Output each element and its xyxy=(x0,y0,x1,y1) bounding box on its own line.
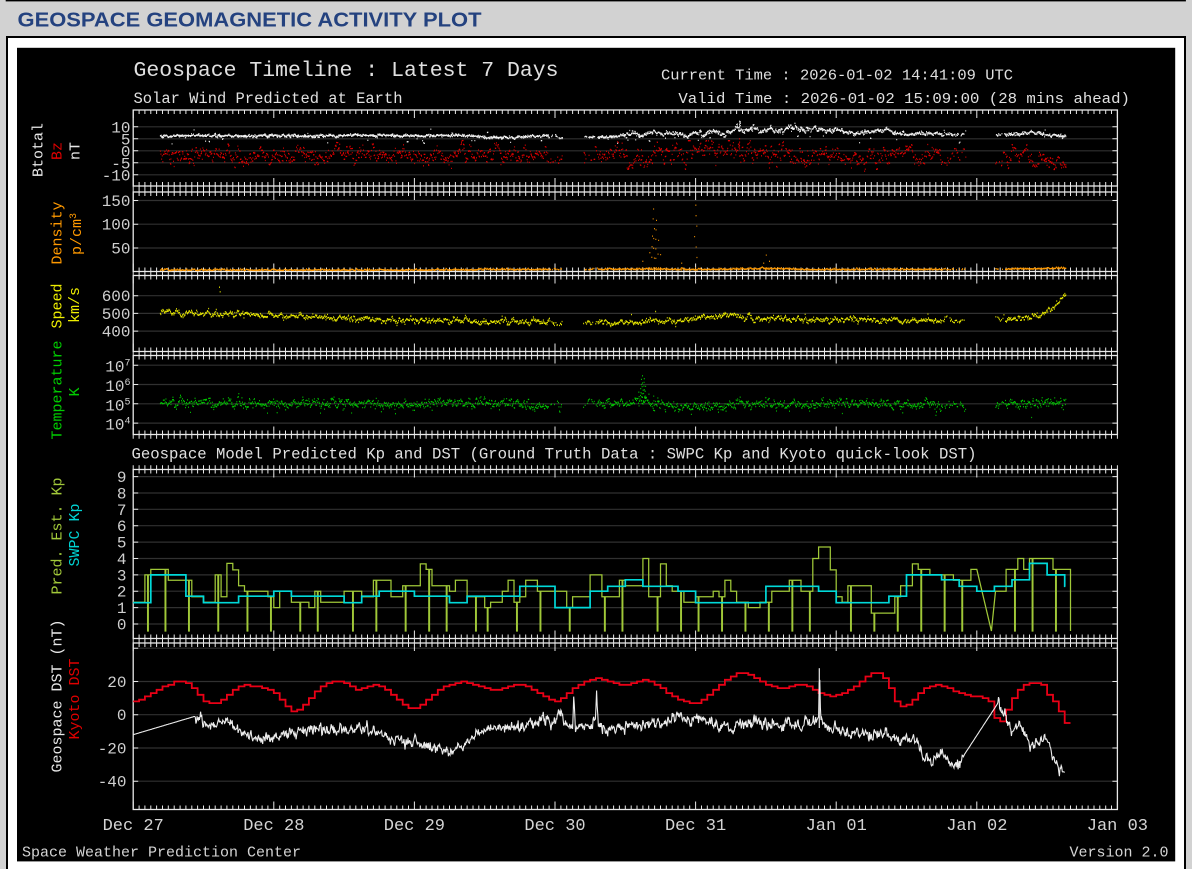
svg-text:8: 8 xyxy=(117,486,127,504)
svg-text:5: 5 xyxy=(117,535,127,553)
svg-text:p/cm3: p/cm3 xyxy=(69,213,86,255)
svg-text:Jan 02: Jan 02 xyxy=(946,817,1007,836)
svg-text:km/s: km/s xyxy=(67,287,84,323)
svg-text:4: 4 xyxy=(117,551,127,569)
svg-text:Geospace DST (nT): Geospace DST (nT) xyxy=(49,619,66,772)
svg-text:Jan 03: Jan 03 xyxy=(1087,817,1148,836)
svg-text:Jan 01: Jan 01 xyxy=(806,817,867,836)
svg-text:100: 100 xyxy=(102,217,131,235)
svg-text:GEOSPACE GEOMAGNETIC ACTIVITY: GEOSPACE GEOMAGNETIC ACTIVITY PLOT xyxy=(18,9,483,32)
svg-text:600: 600 xyxy=(102,288,131,306)
svg-text:Dec 31: Dec 31 xyxy=(665,817,726,836)
svg-text:50: 50 xyxy=(111,241,130,259)
svg-text:Kyoto DST: Kyoto DST xyxy=(67,658,84,739)
svg-text:Solar Wind Predicted at Earth: Solar Wind Predicted at Earth xyxy=(134,90,403,108)
svg-text:Dec 30: Dec 30 xyxy=(524,817,585,836)
svg-text:-40: -40 xyxy=(98,774,127,792)
svg-text:500: 500 xyxy=(102,306,131,324)
svg-text:9: 9 xyxy=(117,469,127,487)
svg-text:1: 1 xyxy=(117,600,127,618)
svg-text:Density: Density xyxy=(49,201,66,264)
svg-text:nT: nT xyxy=(67,142,84,160)
svg-text:Dec 28: Dec 28 xyxy=(243,817,304,836)
svg-text:Valid Time : 2026-01-02 15:09:: Valid Time : 2026-01-02 15:09:00 (28 min… xyxy=(678,91,1130,108)
svg-text:6: 6 xyxy=(117,518,127,536)
svg-text:SWPC Kp: SWPC Kp xyxy=(67,503,84,566)
svg-text:Pred. Est. Kp: Pred. Est. Kp xyxy=(49,477,66,594)
svg-text:Version 2.0: Version 2.0 xyxy=(1070,845,1169,862)
svg-text:Dec 29: Dec 29 xyxy=(384,817,445,836)
svg-text:Bz: Bz xyxy=(49,142,66,160)
svg-text:3: 3 xyxy=(117,567,127,585)
svg-text:-10: -10 xyxy=(102,167,131,185)
svg-text:Geospace Model Predicted Kp an: Geospace Model Predicted Kp and DST (Gro… xyxy=(132,446,977,464)
svg-text:Speed: Speed xyxy=(49,283,66,328)
svg-text:7: 7 xyxy=(117,502,127,520)
svg-text:Dec 27: Dec 27 xyxy=(103,817,164,836)
svg-text:0: 0 xyxy=(117,707,127,725)
svg-text:Geospace Timeline : Latest 7 D: Geospace Timeline : Latest 7 Days xyxy=(134,59,559,83)
svg-text:Btotal: Btotal xyxy=(30,123,47,177)
svg-text:2: 2 xyxy=(117,584,127,602)
svg-text:Current Time : 2026-01-02 14:4: Current Time : 2026-01-02 14:41:09 UTC xyxy=(661,68,1013,85)
svg-text:150: 150 xyxy=(102,193,131,211)
svg-text:Temperature: Temperature xyxy=(49,340,66,439)
svg-text:0: 0 xyxy=(117,617,127,635)
svg-text:400: 400 xyxy=(102,324,131,342)
svg-text:K: K xyxy=(67,387,84,396)
svg-text:20: 20 xyxy=(107,674,126,692)
svg-text:Space Weather Prediction Cente: Space Weather Prediction Center xyxy=(22,845,301,862)
svg-text:-20: -20 xyxy=(98,741,127,759)
